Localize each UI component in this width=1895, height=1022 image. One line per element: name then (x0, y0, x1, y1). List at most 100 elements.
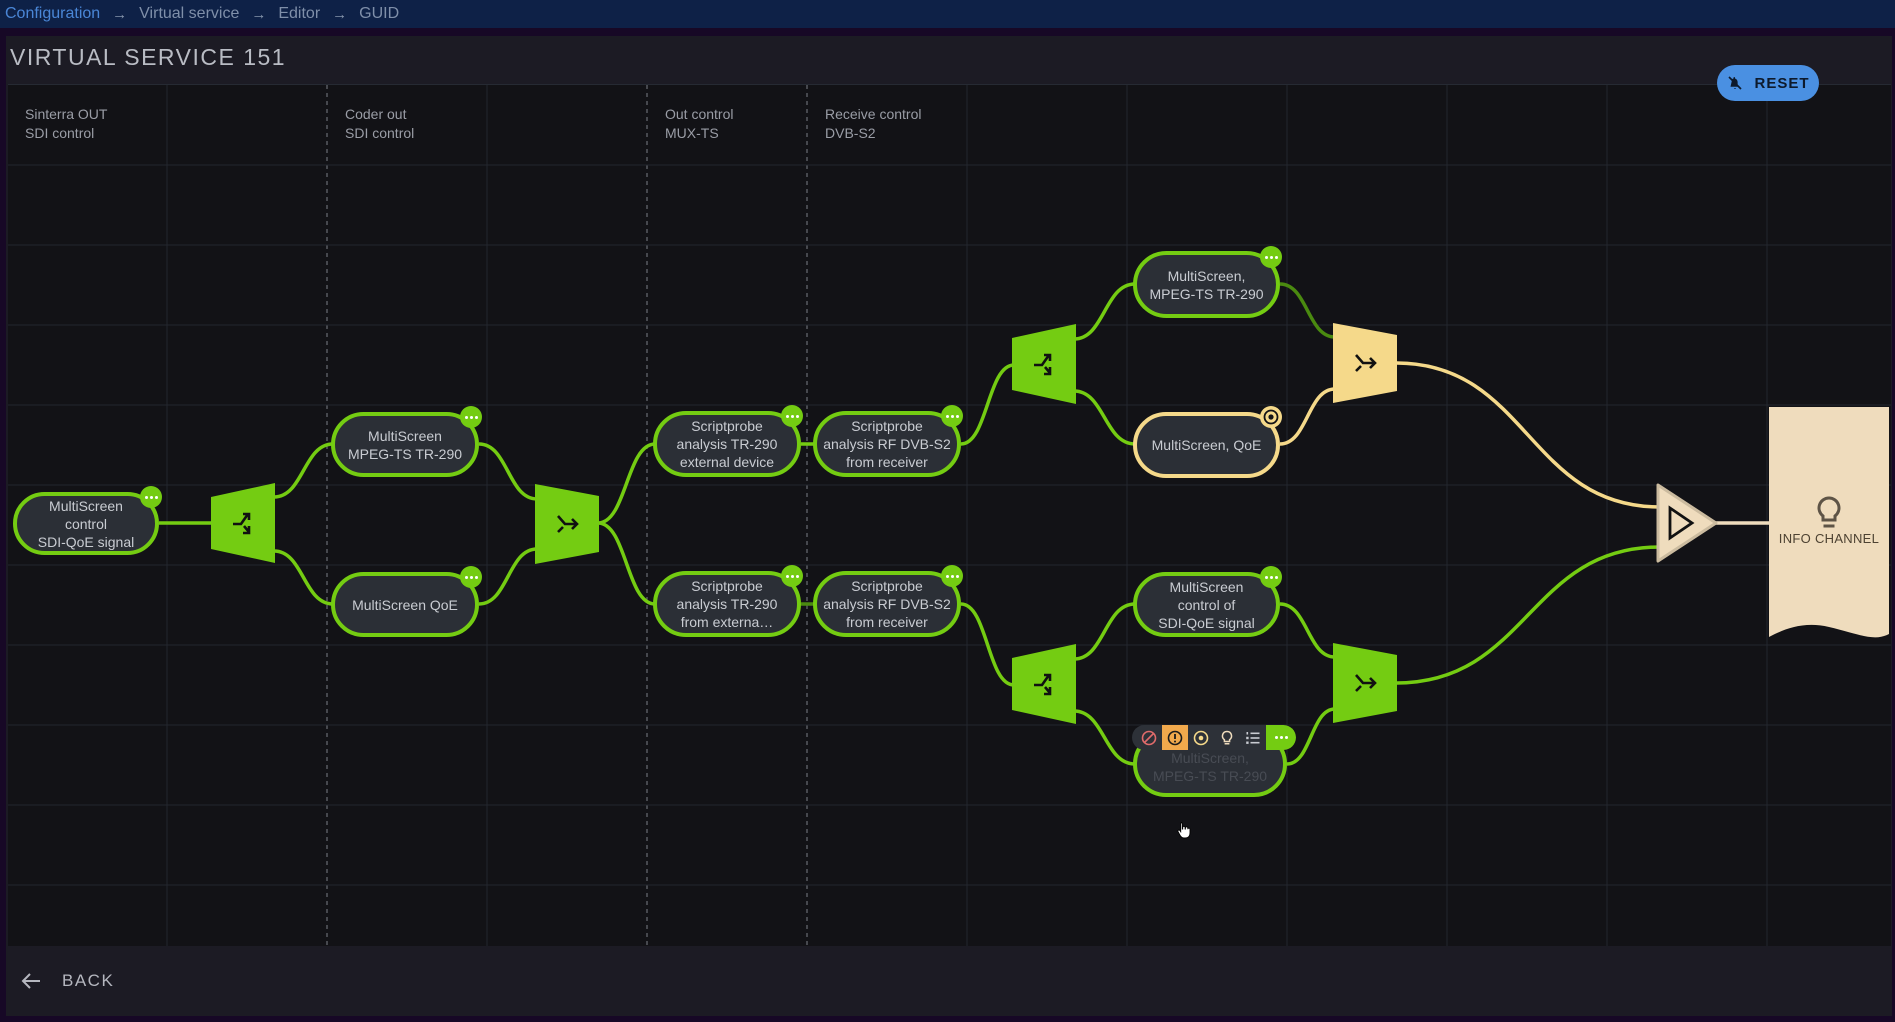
node-label: Scriptprobe analysis TR-290 external dev… (676, 418, 778, 470)
node-label: MultiScreen control SDI-QoE signal (37, 497, 135, 550)
back-button[interactable]: BACK (20, 971, 114, 991)
node-multiscreen-control-of-sdi-qoe[interactable]: MultiScreen control of SDI-QoE signal (1133, 572, 1280, 637)
node-scriptprobe-rf-dvbs2-top[interactable]: Scriptprobe analysis RF DVB-S2 from rece… (813, 411, 961, 477)
node-scriptprobe-rf-dvbs2-bottom[interactable]: Scriptprobe analysis RF DVB-S2 from rece… (813, 571, 961, 637)
column-label-out-control: Out control MUX-TS (665, 105, 733, 143)
breadcrumb-separator: → (251, 5, 267, 23)
toolbar-more-button[interactable] (1266, 725, 1296, 750)
node-more-button[interactable] (460, 566, 482, 588)
connection-edge (1279, 387, 1336, 446)
breadcrumb-separator: → (112, 5, 128, 23)
reset-bell-off-icon (1728, 76, 1743, 90)
numbered-list-icon (1246, 731, 1260, 744)
flow-diagram (8, 85, 1891, 946)
breadcrumb-editor[interactable]: Editor (278, 5, 320, 23)
toolbar-warning-button[interactable] (1162, 725, 1188, 750)
node-multiscreen-qoe-warning[interactable]: MultiScreen, QoE (1133, 412, 1280, 478)
gates (211, 323, 1718, 724)
connection-edge (1073, 602, 1136, 661)
column-label-line2: SDI control (345, 125, 415, 141)
connection-edge (1395, 545, 1661, 685)
connections (158, 282, 1771, 766)
column-label-sinterra: Sinterra OUT SDI control (25, 105, 107, 143)
merge-gate[interactable] (1333, 323, 1397, 403)
arrow-left-icon (21, 972, 40, 989)
info-channel-output[interactable]: INFO CHANNEL (1769, 407, 1889, 643)
merge-gate[interactable] (1333, 643, 1397, 723)
column-label-line1: Receive control (825, 106, 922, 122)
target-icon[interactable] (1260, 406, 1282, 428)
alert-icon (1167, 730, 1183, 745)
lightbulb-icon (1221, 730, 1233, 744)
node-multiscreen-mpeg-ts-tr290-upper[interactable]: MultiScreen, MPEG-TS TR-290 (1133, 251, 1280, 318)
node-label: MultiScreen, QoE (1151, 437, 1262, 453)
connection-edge (478, 442, 538, 501)
node-more-button[interactable] (781, 565, 803, 587)
connection-edge (597, 442, 656, 525)
block-icon (1141, 730, 1157, 745)
column-label-line2: SDI control (25, 125, 95, 141)
connection-edge (1279, 282, 1336, 339)
node-label: Scriptprobe analysis TR-290 from externa… (676, 578, 778, 630)
column-label-line2: DVB-S2 (825, 125, 876, 141)
lightbulb-icon (1817, 496, 1841, 528)
column-label-line1: Sinterra OUT (25, 106, 108, 122)
connection-edge (1073, 709, 1136, 766)
node-more-button[interactable] (140, 486, 162, 508)
output-gate[interactable] (1656, 483, 1718, 563)
split-gate[interactable] (1012, 644, 1076, 724)
toolbar-disable-button[interactable] (1136, 725, 1162, 750)
node-more-button[interactable] (460, 406, 482, 428)
editor-card: VIRTUAL SERVICE 151 RESET Sinterra OUT S… (6, 36, 1892, 1016)
node-more-button[interactable] (781, 405, 803, 427)
node-label: MultiScreen, MPEG-TS TR-290 (1149, 267, 1264, 302)
reset-button[interactable]: RESET (1717, 65, 1819, 101)
reset-label: RESET (1754, 74, 1810, 92)
node-more-button[interactable] (1260, 246, 1282, 268)
grid-lines (8, 85, 1891, 946)
output-triangle (1656, 483, 1718, 563)
node-multiscreen-qoe[interactable]: MultiScreen QoE (331, 572, 479, 637)
split-gate[interactable] (1012, 324, 1076, 404)
node-scriptprobe-tr290-external[interactable]: Scriptprobe analysis TR-290 external dev… (653, 411, 801, 477)
node-scriptprobe-tr290-from-external[interactable]: Scriptprobe analysis TR-290 from externa… (653, 571, 801, 637)
column-label-line1: Out control (665, 106, 734, 122)
node-label: MultiScreen QoE (352, 596, 458, 613)
flow-editor-canvas[interactable]: Sinterra OUT SDI control Coder out SDI c… (8, 84, 1891, 946)
connection-edge (597, 521, 656, 606)
toolbar-list-button[interactable] (1240, 725, 1266, 750)
node-more-button[interactable] (1260, 566, 1282, 588)
page-title: VIRTUAL SERVICE 151 (10, 44, 287, 70)
breadcrumb: Configuration → Virtual service → Editor… (0, 0, 1895, 28)
merge-gate[interactable] (535, 484, 599, 564)
target-icon (1193, 730, 1209, 745)
node-label: MultiScreen, MPEG-TS TR-290 (1152, 750, 1268, 784)
node-multiscreen-control-sdi-qoe[interactable]: MultiScreen control SDI-QoE signal (13, 492, 159, 555)
connection-edge (478, 547, 538, 606)
column-label-line1: Coder out (345, 106, 407, 122)
node-more-button[interactable] (941, 405, 963, 427)
toolbar-info-button[interactable] (1214, 725, 1240, 750)
connection-edge (1073, 282, 1136, 341)
toolbar-target-button[interactable] (1188, 725, 1214, 750)
node-label: MultiScreen MPEG-TS TR-290 (347, 427, 463, 462)
split-gate[interactable] (211, 483, 275, 563)
breadcrumb-separator: → (332, 5, 348, 23)
footer-bar: BACK (6, 945, 1892, 1016)
breadcrumb-virtual-service[interactable]: Virtual service (139, 5, 239, 23)
node-action-toolbar (1132, 725, 1296, 750)
connection-edge (1073, 389, 1136, 446)
node-label: Scriptprobe analysis RF DVB-S2 from rece… (823, 418, 951, 470)
breadcrumb-configuration[interactable]: Configuration (5, 5, 100, 23)
node-more-button[interactable] (941, 565, 963, 587)
connection-edge (273, 549, 334, 606)
node-label: Scriptprobe analysis RF DVB-S2 from rece… (823, 578, 951, 630)
back-label: BACK (62, 970, 115, 990)
column-label-coder: Coder out SDI control (345, 105, 414, 143)
column-label-line2: MUX-TS (665, 125, 719, 141)
breadcrumb-guid: GUID (359, 5, 400, 22)
hand-cursor-icon (1177, 822, 1191, 839)
node-multiscreen-mpeg-ts-tr290[interactable]: MultiScreen MPEG-TS TR-290 (331, 412, 479, 477)
connection-edge (273, 442, 334, 499)
node-label: MultiScreen control of SDI-QoE signal (1158, 578, 1255, 631)
